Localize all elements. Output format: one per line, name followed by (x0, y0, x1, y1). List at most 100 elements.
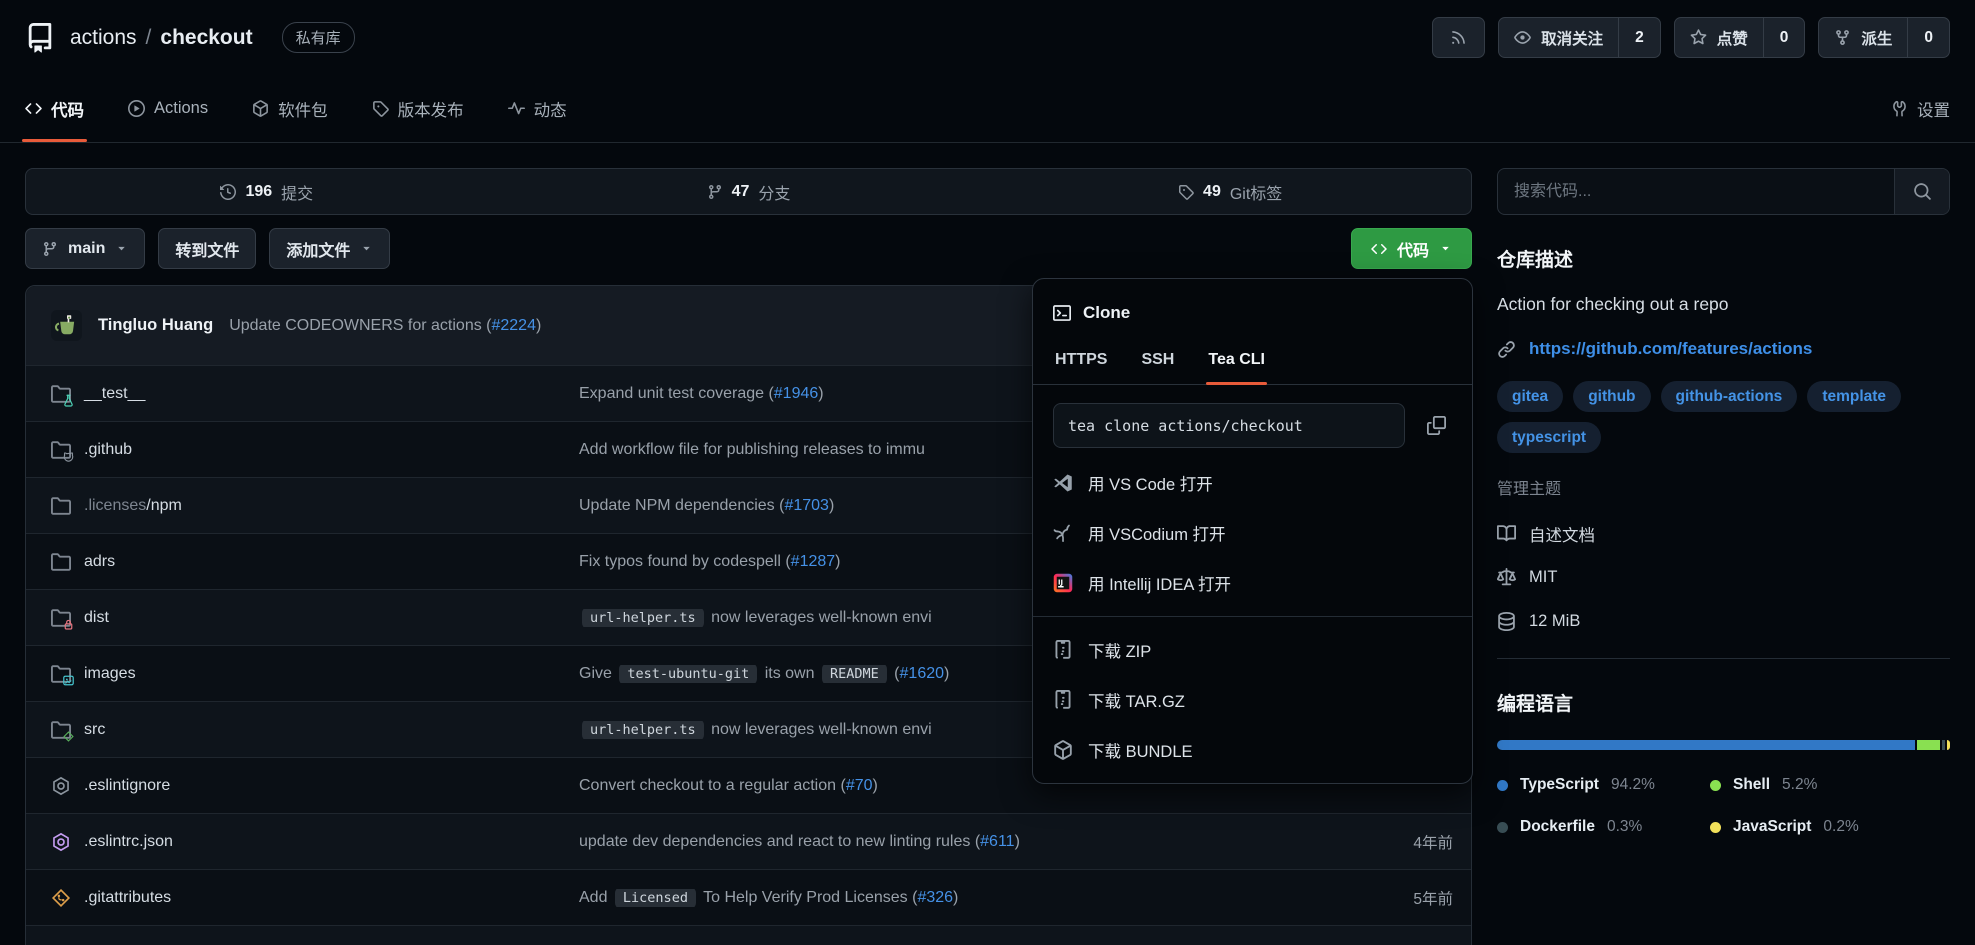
file-name-text: /npm (146, 497, 182, 514)
sidebar-divider (1497, 658, 1950, 659)
file-type-icon (51, 552, 71, 572)
tab-label: 软件包 (278, 97, 328, 121)
folder-icon (51, 496, 71, 516)
stats-bar: 196 提交 47 分支 49 Git标签 (25, 168, 1472, 215)
open-in-vscode[interactable]: 用 VS Code 打开 (1033, 458, 1472, 508)
topic-github[interactable]: github (1573, 381, 1650, 412)
file-name[interactable]: dist (84, 609, 109, 627)
file-name[interactable]: images (84, 665, 136, 683)
message-text: update dev dependencies and react to new… (579, 833, 980, 850)
clone-tab-tea-cli[interactable]: Tea CLI (1206, 343, 1267, 384)
topic-gitea[interactable]: gitea (1497, 381, 1563, 412)
download-tar-gz[interactable]: 下载 TAR.GZ (1033, 675, 1472, 725)
repo-owner-link[interactable]: actions (70, 26, 137, 50)
manage-topics-link[interactable]: 管理主题 (1497, 475, 1950, 499)
message-text: ) (536, 317, 541, 334)
file-name[interactable]: src (84, 721, 105, 739)
fork-button[interactable]: 派生 0 (1818, 17, 1950, 58)
clone-editors: 用 VS Code 打开 用 VSCodium 打开 用 Intellij ID… (1033, 458, 1472, 608)
language-legend-item: TypeScript 94.2% (1497, 776, 1710, 794)
file-name[interactable]: .licenses/npm (84, 497, 182, 515)
stat-icon (220, 184, 236, 200)
tab-activity[interactable]: 动态 (508, 75, 567, 142)
clone-tab-https[interactable]: HTTPS (1053, 343, 1109, 384)
search-button[interactable] (1894, 169, 1949, 214)
menu-item-label: 用 VS Code 打开 (1088, 471, 1213, 495)
readme-link[interactable]: 自述文档 (1497, 519, 1950, 548)
message-text: now leverages well-known envi (707, 609, 932, 626)
goto-file-button[interactable]: 转到文件 (158, 228, 256, 269)
watch-count[interactable]: 2 (1618, 18, 1660, 57)
issue-link[interactable]: #2224 (491, 317, 536, 334)
language-percent: 5.2% (1782, 776, 1817, 794)
database-icon (1497, 612, 1516, 631)
search-input[interactable] (1498, 169, 1894, 214)
file-name[interactable]: __test__ (84, 385, 145, 403)
fork-count[interactable]: 0 (1907, 18, 1949, 57)
branch-selector[interactable]: main (25, 228, 145, 269)
stat-branches[interactable]: 47 分支 (508, 169, 990, 214)
open-in-intellij-idea[interactable]: 用 Intellij IDEA 打开 (1033, 558, 1472, 608)
file-type-icon (51, 720, 71, 740)
file-row: .eslintrc.json update dev dependencies a… (26, 813, 1471, 869)
stat-commits[interactable]: 196 提交 (26, 169, 508, 214)
file-name[interactable]: .eslintignore (84, 777, 170, 795)
issue-link[interactable]: #1620 (900, 665, 945, 682)
star-count[interactable]: 0 (1763, 18, 1805, 57)
tab-code[interactable]: 代码 (25, 75, 84, 142)
stat-label: 分支 (758, 180, 790, 204)
issue-link[interactable]: #1287 (791, 553, 836, 570)
language-percent: 0.3% (1607, 818, 1642, 836)
clone-tab-ssh[interactable]: SSH (1139, 343, 1176, 384)
tab-settings[interactable]: 设置 (1891, 75, 1950, 142)
issue-link[interactable]: #70 (846, 777, 873, 794)
add-file-button[interactable]: 添加文件 (269, 228, 390, 269)
code-icon (1371, 241, 1387, 257)
file-name[interactable]: .github (84, 441, 132, 459)
code-dropdown-button[interactable]: 代码 (1351, 228, 1472, 269)
zip-icon (1053, 640, 1073, 660)
file-name-text: __test__ (84, 385, 145, 402)
stat-tags[interactable]: 49 Git标签 (989, 169, 1471, 214)
inline-code-chip: url-helper.ts (582, 609, 704, 627)
clone-url-input[interactable] (1053, 403, 1405, 448)
issue-link[interactable]: #326 (917, 889, 953, 906)
file-commit-date: 5年前 (1343, 887, 1453, 909)
commit-author[interactable]: Tingluo Huang (98, 316, 213, 335)
repo-name-link[interactable]: checkout (160, 26, 252, 50)
file-name-text: .github (84, 441, 132, 458)
star-button[interactable]: 点赞 0 (1674, 17, 1806, 58)
language-bar-segment (1947, 740, 1950, 750)
message-text: Fix typos found by codespell ( (579, 553, 791, 570)
tab-actions[interactable]: Actions (128, 75, 208, 142)
rss-button[interactable] (1432, 17, 1485, 58)
tab-releases[interactable]: 版本发布 (372, 75, 464, 142)
copy-button[interactable] (1420, 410, 1452, 442)
download-zip[interactable]: 下载 ZIP (1033, 625, 1472, 675)
inline-code-chip: README (822, 665, 887, 683)
topic-template[interactable]: template (1807, 381, 1901, 412)
file-name[interactable]: adrs (84, 553, 115, 571)
file-name[interactable]: .eslintrc.json (84, 833, 173, 851)
clone-title: Clone (1083, 303, 1130, 323)
stat-icon (707, 184, 723, 200)
topic-typescript[interactable]: typescript (1497, 422, 1601, 453)
unwatch-button[interactable]: 取消关注 2 (1498, 17, 1661, 58)
website-link[interactable]: https://github.com/features/actions (1529, 339, 1812, 359)
image-badge-icon (62, 674, 75, 687)
topic-github-actions[interactable]: github-actions (1661, 381, 1798, 412)
issue-link[interactable]: #611 (980, 833, 1014, 850)
tab-packages[interactable]: 软件包 (252, 75, 328, 142)
stat-value: 47 (732, 183, 750, 201)
open-in-vscodium[interactable]: 用 VSCodium 打开 (1033, 508, 1472, 558)
download-bundle[interactable]: 下载 BUNDLE (1033, 725, 1472, 775)
tools-icon (1891, 100, 1908, 117)
avatar[interactable] (51, 310, 82, 341)
issue-link[interactable]: #1946 (774, 385, 819, 402)
test-badge-icon (62, 394, 75, 407)
license-link[interactable]: MIT (1497, 563, 1950, 592)
issue-link[interactable]: #1703 (784, 497, 829, 514)
clone-input-row (1033, 385, 1472, 458)
file-name[interactable]: .gitattributes (84, 889, 171, 907)
stat-icon (1178, 184, 1194, 200)
